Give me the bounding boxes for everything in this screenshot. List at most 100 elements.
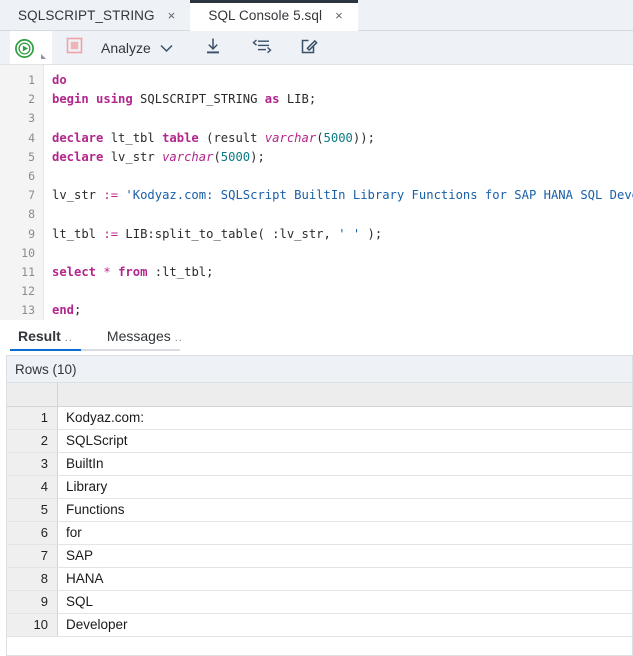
row-value[interactable]: Functions	[58, 499, 632, 521]
code-token: do	[52, 73, 67, 87]
code-line[interactable]	[52, 282, 633, 301]
row-number[interactable]: 2	[7, 430, 58, 452]
row-value[interactable]: SAP	[58, 545, 632, 567]
row-number[interactable]: 3	[7, 453, 58, 475]
code-token: :=	[103, 188, 119, 203]
close-icon[interactable]: ×	[166, 7, 178, 24]
line-number: 10	[21, 245, 35, 260]
row-value[interactable]: for	[58, 522, 632, 544]
table-row[interactable]: 6 for	[7, 522, 632, 545]
messages-tab-dots: ..	[174, 332, 183, 344]
result-tab-bar: Result .. Messages ..	[0, 320, 633, 351]
result-column-header[interactable]	[58, 383, 632, 406]
code-line[interactable]: end;	[52, 301, 633, 320]
row-value[interactable]: HANA	[58, 568, 632, 590]
table-row[interactable]: 5 Functions	[7, 499, 632, 522]
table-row[interactable]: 8 HANA	[7, 568, 632, 591]
table-row[interactable]: 1 Kodyaz.com:	[7, 407, 632, 430]
row-value[interactable]: Developer	[58, 614, 632, 636]
result-grid-header	[7, 383, 632, 407]
download-button[interactable]	[203, 35, 223, 61]
format-code-button[interactable]	[251, 35, 273, 61]
row-number[interactable]: 9	[7, 591, 58, 613]
code-line[interactable]: lt_tbl := LIB:split_to_table( :lv_str, '…	[52, 225, 633, 244]
row-number-column-header[interactable]	[7, 383, 58, 406]
tab-result[interactable]: Result ..	[10, 328, 81, 351]
format-code-icon	[251, 36, 273, 61]
row-number[interactable]: 6	[7, 522, 58, 544]
code-line[interactable]: do	[52, 71, 633, 90]
table-row[interactable]: 10 Developer	[7, 614, 632, 637]
rows-count-header: Rows (10)	[6, 355, 633, 382]
row-number[interactable]: 5	[7, 499, 58, 521]
run-dropdown-caret-icon[interactable]	[41, 54, 46, 59]
row-value[interactable]: Library	[58, 476, 632, 498]
table-row[interactable]: 3 BuiltIn	[7, 453, 632, 476]
row-number[interactable]: 8	[7, 568, 58, 590]
code-token: varchar	[264, 130, 317, 145]
edit-button[interactable]	[299, 35, 319, 61]
tab-sql-console-5[interactable]: SQL Console 5.sql ×	[190, 0, 359, 31]
stop-button[interactable]	[66, 35, 83, 61]
code-token: begin using	[52, 92, 133, 107]
code-token: ;	[74, 303, 82, 318]
code-line[interactable]: begin using SQLSCRIPT_STRING as LIB;	[52, 90, 633, 109]
row-value[interactable]: SQLScript	[58, 430, 632, 452]
messages-tab-label: Messages	[106, 328, 171, 344]
code-line[interactable]	[52, 109, 633, 128]
result-grid[interactable]: 1 Kodyaz.com: 2 SQLScript 3 BuiltIn 4 Library 5 F…	[6, 382, 633, 656]
code-token: SQLSCRIPT_STRING	[132, 92, 265, 107]
sql-console-window: SQLSCRIPT_STRING × SQL Console 5.sql × A…	[0, 0, 633, 656]
code-token: declare	[52, 130, 104, 145]
code-token: LIB;	[279, 92, 317, 107]
code-token: *	[103, 264, 111, 279]
code-line[interactable]	[52, 205, 633, 224]
table-row[interactable]: 7 SAP	[7, 545, 632, 568]
code-token: (	[213, 149, 221, 164]
tab-sqlscript-string[interactable]: SQLSCRIPT_STRING ×	[0, 0, 190, 31]
line-number: 11	[21, 265, 35, 280]
code-token: ' '	[338, 226, 361, 241]
code-line[interactable]: select * from :lt_tbl;	[52, 263, 633, 282]
table-row[interactable]: 9 SQL	[7, 591, 632, 614]
row-value[interactable]: SQL	[58, 591, 632, 613]
row-number[interactable]: 7	[7, 545, 58, 567]
line-number: 8	[28, 207, 35, 222]
tab-messages[interactable]: Messages ..	[99, 328, 191, 351]
line-number: 1	[28, 73, 35, 87]
row-number[interactable]: 4	[7, 476, 58, 498]
code-line[interactable]: lv_str := 'Kodyaz.com: SQLScript BuiltIn…	[52, 186, 633, 205]
code-token: (result	[198, 130, 265, 145]
code-token: ;	[206, 264, 214, 279]
row-number[interactable]: 10	[7, 614, 58, 636]
line-number: 13	[21, 303, 35, 318]
run-button[interactable]	[10, 31, 52, 65]
code-token: ));	[352, 130, 375, 145]
run-play-icon[interactable]	[14, 35, 35, 61]
code-token: :=	[103, 226, 119, 241]
row-value[interactable]: BuiltIn	[58, 453, 632, 475]
stop-icon	[66, 37, 83, 59]
sql-code-area[interactable]: do begin using SQLSCRIPT_STRING as LIB; d…	[44, 65, 633, 320]
line-number: 6	[28, 169, 35, 184]
line-number: 7	[28, 188, 35, 203]
tab-label: SQLSCRIPT_STRING	[18, 8, 155, 23]
code-token: declare	[52, 149, 104, 164]
close-icon[interactable]: ×	[333, 7, 345, 24]
table-row[interactable]: 2 SQLScript	[7, 430, 632, 453]
code-token: end	[52, 303, 75, 318]
code-token: );	[360, 226, 383, 241]
code-token: table	[162, 130, 199, 145]
row-number[interactable]: 1	[7, 407, 58, 429]
line-number: 9	[28, 226, 35, 241]
line-number: 4	[28, 130, 35, 145]
code-line[interactable]: declare lt_tbl table (result varchar(500…	[52, 129, 633, 148]
code-line[interactable]	[52, 167, 633, 186]
code-line[interactable]: declare lv_str varchar(5000);	[52, 148, 633, 167]
analyze-dropdown[interactable]: Analyze	[101, 40, 173, 56]
code-line[interactable]	[52, 244, 633, 263]
row-value[interactable]: Kodyaz.com:	[58, 407, 632, 429]
code-token: lv_str	[103, 149, 163, 164]
table-row[interactable]: 4 Library	[7, 476, 632, 499]
sql-editor[interactable]: 1 2 3 4 5 6 7 8 9 10 11 12 13 do begin using SQLSCRIP…	[0, 65, 633, 320]
